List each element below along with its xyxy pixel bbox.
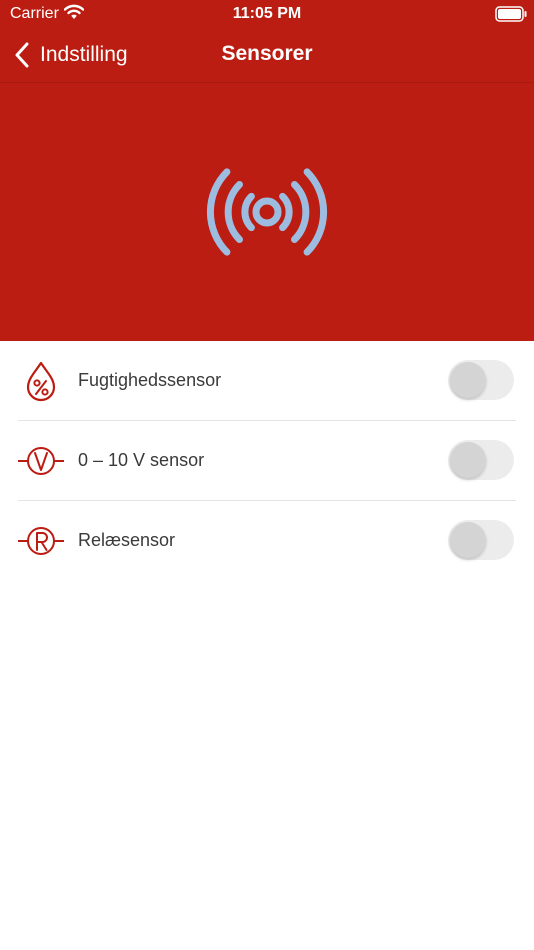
- relay-sensor-toggle[interactable]: [448, 520, 514, 560]
- toggle-knob: [450, 522, 486, 558]
- app-screen: Carrier 11:05 PM Indstilling Sensorer Fu…: [0, 0, 534, 950]
- toggle-knob: [450, 362, 486, 398]
- clock: 11:05 PM: [232, 5, 302, 22]
- status-bar: Carrier 11:05 PM: [0, 0, 534, 28]
- sensor-row-voltage: 0 – 10 V sensor: [0, 421, 534, 501]
- page-title: Sensorer: [221, 42, 313, 65]
- sensor-label: 0 – 10 V sensor: [78, 450, 205, 470]
- toggle-knob: [450, 442, 486, 478]
- sensor-list: Fugtighedssensor 0 – 10 V sensor Relæsen…: [0, 341, 534, 581]
- header: Carrier 11:05 PM Indstilling Sensorer: [0, 0, 534, 341]
- battery-icon: [495, 6, 527, 22]
- sensor-label: Fugtighedssensor: [78, 370, 222, 390]
- broadcast-sensor-icon: [206, 168, 328, 256]
- sensor-row-relay: Relæsensor: [0, 501, 534, 581]
- sensor-label: Relæsensor: [78, 530, 176, 550]
- humidity-sensor-toggle[interactable]: [448, 360, 514, 400]
- sensor-row-humidity: Fugtighedssensor: [0, 341, 534, 421]
- nav-bar: Indstilling Sensorer: [0, 28, 534, 83]
- humidity-drop-icon: [26, 361, 56, 402]
- voltage-sensor-toggle[interactable]: [448, 440, 514, 480]
- relay-icon: [18, 527, 64, 555]
- voltage-icon: [18, 447, 64, 475]
